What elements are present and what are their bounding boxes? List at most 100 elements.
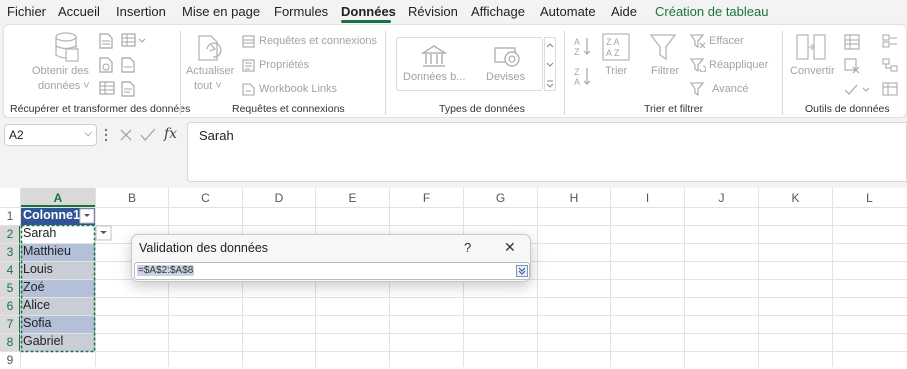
data-validation-icon[interactable]: [844, 82, 870, 98]
table-cell[interactable]: Sarah: [21, 225, 94, 242]
col-header-j[interactable]: J: [685, 190, 758, 207]
group-label-sort-filter: Trier et filtrer: [644, 103, 704, 115]
queries-connections-button[interactable]: Requêtes et connexions: [259, 35, 377, 47]
data-types-gallery[interactable]: Données b... Devises: [396, 37, 543, 91]
col-header-h[interactable]: H: [538, 190, 610, 207]
database-icon[interactable]: [50, 31, 82, 63]
filter-icon[interactable]: [649, 33, 677, 61]
col-header-k[interactable]: K: [759, 190, 832, 207]
refresh-all-label-2[interactable]: tout ˅: [194, 80, 222, 92]
col-header-g[interactable]: G: [464, 190, 537, 207]
row-header[interactable]: 9: [0, 351, 20, 369]
data-model-icon[interactable]: [882, 82, 898, 96]
col-header-b[interactable]: B: [96, 190, 168, 207]
flash-fill-icon[interactable]: [844, 34, 860, 50]
row-header[interactable]: 8: [0, 333, 20, 351]
table-cell[interactable]: Matthieu: [21, 243, 94, 260]
sort-asc-icon[interactable]: A Z: [573, 35, 593, 57]
menu-affichage[interactable]: Affichage: [471, 4, 525, 19]
existing-connections-icon[interactable]: [121, 81, 135, 97]
menu-accueil[interactable]: Accueil: [58, 4, 100, 19]
reapply-button[interactable]: Réappliquer: [709, 59, 768, 71]
consolidate-icon[interactable]: [882, 34, 898, 48]
col-header-c[interactable]: C: [169, 190, 242, 207]
menu-aide[interactable]: Aide: [611, 4, 637, 19]
chevron-down-icon[interactable]: ⌵: [84, 128, 92, 139]
remove-duplicates-icon[interactable]: [844, 58, 860, 74]
table-cell[interactable]: Sofia: [21, 315, 94, 332]
from-table-icon[interactable]: [121, 33, 147, 47]
advanced-filter-icon[interactable]: [690, 82, 706, 96]
row-header[interactable]: 3: [0, 243, 20, 261]
clear-filter-button[interactable]: Effacer: [709, 35, 744, 47]
workbook-links-button[interactable]: Workbook Links: [259, 83, 337, 95]
reapply-icon[interactable]: [690, 58, 706, 72]
refresh-all-label[interactable]: Actualiser: [186, 65, 234, 77]
menu-automate[interactable]: Automate: [540, 4, 596, 19]
filter-button[interactable]: Filtrer: [651, 65, 679, 77]
stocks-label: Données b...: [403, 71, 466, 83]
from-text-icon[interactable]: [99, 33, 113, 49]
table-cell[interactable]: Zoé: [21, 279, 94, 296]
col-header-f[interactable]: F: [390, 190, 463, 207]
row-header[interactable]: 6: [0, 297, 20, 315]
table-cell[interactable]: Alice: [21, 297, 94, 314]
menu-fichier[interactable]: Fichier: [7, 4, 46, 19]
menu-mise-en-page[interactable]: Mise en page: [182, 4, 260, 19]
enter-icon: [140, 128, 156, 142]
table-cell[interactable]: Louis: [21, 261, 94, 278]
data-validation-dialog: Validation des données ? ✕ =$A$2:$A$8: [131, 234, 531, 282]
clear-filter-icon[interactable]: [690, 34, 706, 48]
col-header-d[interactable]: D: [243, 190, 315, 207]
col-header-i[interactable]: I: [611, 190, 684, 207]
col-header-a[interactable]: A: [21, 190, 95, 207]
queries-connections-icon[interactable]: [242, 35, 255, 48]
get-data-label-2[interactable]: données ˅: [38, 80, 90, 92]
close-button[interactable]: ✕: [504, 239, 516, 256]
from-web-icon[interactable]: [99, 57, 113, 73]
menu-bar: Fichier Accueil Insertion Mise en page F…: [0, 0, 907, 24]
formula-input[interactable]: Sarah: [187, 122, 907, 182]
workbook-links-icon[interactable]: [242, 83, 255, 96]
menu-creation-tableau[interactable]: Création de tableau: [655, 4, 768, 19]
group-label-data-types: Types de données: [439, 103, 525, 115]
menu-insertion[interactable]: Insertion: [116, 4, 166, 19]
sort-button[interactable]: Trier: [605, 65, 627, 77]
advanced-filter-button[interactable]: Avancé: [712, 83, 749, 95]
more-icon: [104, 128, 108, 132]
gallery-scroll-icon[interactable]: [544, 37, 556, 91]
row-header[interactable]: 2: [0, 225, 20, 243]
range-input[interactable]: =$A$2:$A$8: [134, 262, 530, 280]
range-input-value: =$A$2:$A$8: [137, 265, 195, 276]
ribbon: Obtenir des données ˅ Récupérer et trans…: [3, 24, 907, 118]
expand-dialog-icon[interactable]: [516, 265, 528, 277]
menu-donnees[interactable]: Données: [341, 4, 396, 19]
fx-icon[interactable]: fx: [164, 126, 177, 142]
dialog-title: Validation des données: [139, 241, 269, 255]
from-range-icon[interactable]: [99, 81, 115, 95]
sort-desc-icon[interactable]: Z A: [573, 65, 593, 87]
row-header[interactable]: 7: [0, 315, 20, 333]
recent-sources-icon[interactable]: [121, 57, 135, 73]
table-header-cell[interactable]: Colonne1: [21, 207, 80, 224]
menu-revision[interactable]: Révision: [408, 4, 458, 19]
help-button[interactable]: ?: [464, 240, 471, 255]
get-data-label[interactable]: Obtenir des: [32, 65, 89, 77]
refresh-all-icon[interactable]: [195, 33, 225, 63]
col-header-l[interactable]: L: [833, 190, 906, 207]
text-to-columns-icon[interactable]: [796, 33, 826, 61]
properties-button[interactable]: Propriétés: [259, 59, 309, 71]
menu-formules[interactable]: Formules: [274, 4, 328, 19]
col-header-e[interactable]: E: [316, 190, 389, 207]
currencies-icon: [494, 47, 520, 67]
name-box[interactable]: A2 ⌵: [4, 124, 97, 146]
properties-icon[interactable]: [242, 59, 255, 72]
convert-button[interactable]: Convertir: [790, 65, 835, 77]
row-header[interactable]: 1: [0, 207, 20, 225]
stocks-icon: [421, 45, 447, 67]
row-header[interactable]: 5: [0, 279, 20, 297]
relationships-icon[interactable]: [882, 58, 898, 72]
row-header[interactable]: 4: [0, 261, 20, 279]
table-cell[interactable]: Gabriel: [21, 333, 94, 350]
sort-dialog-icon[interactable]: Z A A Z: [602, 33, 630, 61]
